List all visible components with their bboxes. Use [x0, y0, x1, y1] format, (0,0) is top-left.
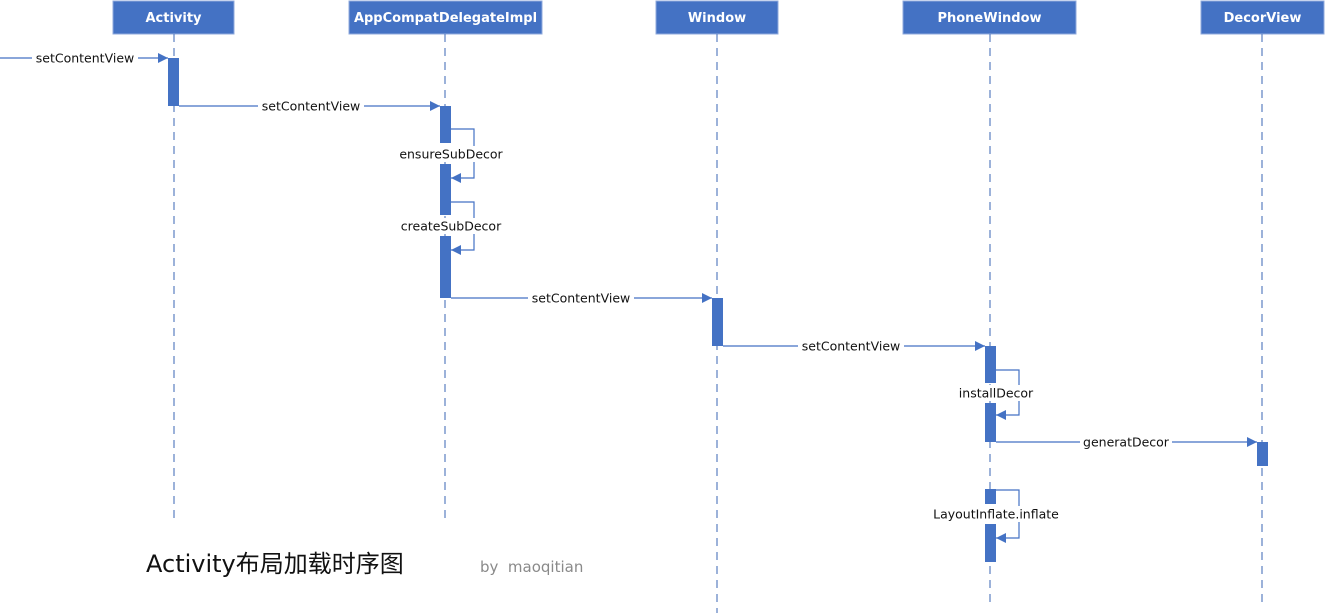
activation-activity — [168, 58, 179, 106]
message-8-label: generatDecor — [1083, 435, 1170, 450]
activation-phonewindow-4 — [985, 524, 996, 562]
sequence-diagram: Activity AppCompatDelegateImpl Window Ph… — [0, 0, 1325, 613]
activation-phonewindow-2 — [985, 403, 996, 442]
participant-decorview-label: DecorView — [1224, 11, 1302, 26]
activation-phonewindow-1 — [985, 346, 996, 383]
diagram-title: Activity布局加载时序图 — [146, 550, 404, 578]
message-1: setContentView — [0, 50, 168, 66]
participant-appcompat-label: AppCompatDelegateImpl — [354, 11, 537, 26]
activation-decorview — [1257, 442, 1268, 466]
message-5: setContentView — [451, 290, 712, 306]
message-9-label: LayoutInflate.inflate — [933, 507, 1059, 522]
activation-window — [712, 298, 723, 346]
message-7-label: installDecor — [959, 386, 1034, 401]
participant-decorview: DecorView — [1200, 0, 1325, 605]
message-6-label: setContentView — [802, 339, 900, 354]
message-2: setContentView — [179, 98, 440, 114]
participant-phonewindow-label: PhoneWindow — [937, 11, 1041, 26]
message-6: setContentView — [723, 338, 985, 354]
diagram-author: by maoqitian — [480, 558, 583, 576]
message-2-label: setContentView — [262, 99, 360, 114]
activation-appcompat-1 — [440, 106, 451, 143]
message-8: generatDecor — [996, 434, 1257, 450]
activation-appcompat-2 — [440, 164, 451, 215]
participant-window-label: Window — [688, 11, 746, 26]
activation-appcompat-3 — [440, 236, 451, 298]
message-1-label: setContentView — [36, 51, 134, 66]
message-4-label: createSubDecor — [401, 219, 502, 234]
message-3-label: ensureSubDecor — [399, 147, 503, 162]
message-5-label: setContentView — [532, 291, 630, 306]
activation-phonewindow-3 — [985, 489, 996, 504]
participant-activity-label: Activity — [145, 11, 202, 26]
